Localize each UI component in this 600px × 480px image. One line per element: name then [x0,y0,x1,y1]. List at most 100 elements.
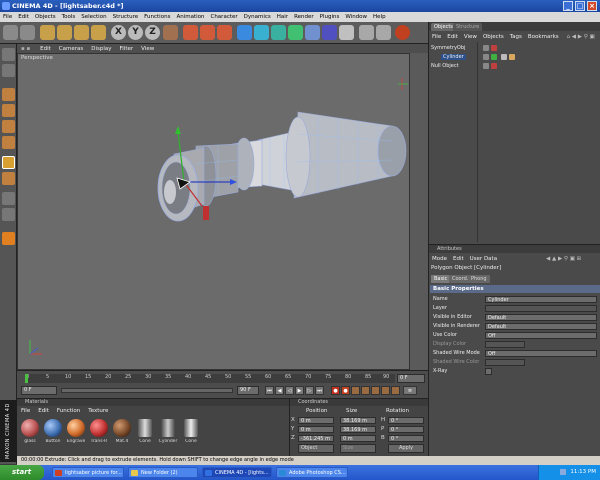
timeline-options-icon[interactable]: ≡ [403,386,417,395]
use-polygons-mode-icon[interactable] [2,156,15,169]
use-color-dropdown[interactable]: Off [485,332,597,339]
key-parameter-icon[interactable] [381,386,390,395]
rotation-p-field[interactable]: 0 ° [388,426,424,433]
visibility-dots-icon[interactable] [483,54,489,60]
points-mode-icon[interactable] [359,25,374,40]
volume-icon[interactable] [559,468,566,475]
attributes-nav-icons[interactable]: ◀ ▲ ▶ ⚲ ▣ ⊞ [502,255,584,264]
key-scale-icon[interactable] [361,386,370,395]
materials-menu-file[interactable]: File [17,407,34,415]
position-x-field[interactable]: 0 m [298,417,334,424]
size-z-field[interactable]: 0 m [340,435,376,442]
edges-mode-icon[interactable] [376,25,391,40]
timeline-ruler[interactable]: 0 5 10 15 20 25 30 35 40 45 50 55 60 65 … [25,374,395,383]
position-z-field[interactable]: -361.245 m [298,435,334,442]
menu-animation[interactable]: Animation [173,12,207,22]
material-swatch[interactable]: Mat.4 [111,417,133,449]
z-axis-lock-icon[interactable]: Z [145,25,160,40]
objects-menu-objects[interactable]: Objects [480,33,507,42]
close-button[interactable]: × [587,1,597,11]
apply-button[interactable]: Apply [388,444,424,453]
move-tool-icon[interactable] [57,25,72,40]
taskbar-item-cinema4d[interactable]: CINEMA 4D - [lights... [202,467,272,478]
size-y-field[interactable]: 38.169 m [340,426,376,433]
coordinate-system-icon[interactable] [163,25,178,40]
use-points-mode-icon[interactable] [2,120,15,133]
minimize-button[interactable]: _ [563,1,573,11]
end-frame-field[interactable]: 90 F [237,386,259,395]
position-y-field[interactable]: 0 m [298,426,334,433]
enabled-check-icon[interactable] [491,45,497,51]
use-model-mode-icon[interactable] [2,48,15,61]
name-field[interactable]: Cylinder [485,296,597,303]
y-axis-lock-icon[interactable]: Y [128,25,143,40]
start-button[interactable]: start [0,465,44,480]
xray-checkbox[interactable] [485,368,492,375]
play-forward-icon[interactable]: ▶ [295,386,304,395]
menu-edit[interactable]: Edit [15,12,32,22]
previous-frame-icon[interactable]: ◀ [275,386,284,395]
taskbar-item-photoshop[interactable]: Adobe Photoshop CS... [276,467,348,478]
material-swatch[interactable]: Cylinder [157,417,179,449]
menu-structure[interactable]: Structure [110,12,142,22]
lightsaber-mesh[interactable] [157,111,407,222]
redo-icon[interactable] [20,25,35,40]
object-row-null[interactable]: Null Object [431,62,549,70]
menu-render[interactable]: Render [291,12,317,22]
menu-objects[interactable]: Objects [32,12,59,22]
visible-in-renderer-dropdown[interactable]: Default [485,323,597,330]
sculpt-icon[interactable] [2,232,15,245]
tweak-mode-icon[interactable] [2,172,15,185]
light-icon[interactable] [339,25,354,40]
size-mode-dropdown[interactable]: Size [340,444,376,453]
visibility-dots-icon[interactable] [483,63,489,69]
live-selection-icon[interactable] [40,25,55,40]
menu-hair[interactable]: Hair [274,12,291,22]
rotate-tool-icon[interactable] [91,25,106,40]
menu-dynamics[interactable]: Dynamics [241,12,274,22]
tab-structure[interactable]: Structure [453,23,483,31]
objects-menu-file[interactable]: File [429,33,444,42]
record-icon[interactable] [395,25,410,40]
deformer-icon[interactable] [288,25,303,40]
next-frame-icon[interactable]: ▷ [305,386,314,395]
menu-selection[interactable]: Selection [78,12,109,22]
perspective-viewport[interactable]: Perspective [17,53,410,370]
render-view-icon[interactable] [183,25,198,40]
go-to-start-icon[interactable]: ⏮ [265,386,274,395]
phong-tag-icon[interactable] [501,54,507,60]
use-edges-mode-icon[interactable] [2,136,15,149]
render-region-icon[interactable] [200,25,215,40]
menu-tools[interactable]: Tools [59,12,79,22]
rotation-b-field[interactable]: 0 ° [388,435,424,442]
enabled-check-icon[interactable] [491,54,497,60]
start-frame-field[interactable]: 0 F [21,386,57,395]
nurbs-icon[interactable] [254,25,269,40]
scene-icon[interactable] [305,25,320,40]
attributes-menu-edit[interactable]: Edit [450,255,467,264]
playhead[interactable] [25,374,28,383]
taskbar-item-folder[interactable]: New Folder (2) [128,467,198,478]
objects-menu-bookmarks[interactable]: Bookmarks [525,33,562,42]
menu-help[interactable]: Help [370,12,389,22]
play-backward-icon[interactable]: ◁ [285,386,294,395]
modeling-icon[interactable] [271,25,286,40]
key-point-level-icon[interactable] [391,386,400,395]
materials-menu-texture[interactable]: Texture [84,407,112,415]
camera-icon[interactable] [322,25,337,40]
menu-plugins[interactable]: Plugins [317,12,343,22]
use-object-mode-icon[interactable] [2,64,15,77]
attributes-menu-mode[interactable]: Mode [429,255,450,264]
preview-range-slider[interactable] [61,388,233,393]
material-swatch[interactable]: Engrave [65,417,87,449]
material-swatch[interactable]: Button [42,417,64,449]
material-swatch[interactable]: glass [19,417,41,449]
undo-icon[interactable] [3,25,18,40]
current-frame-field[interactable]: 0 F [397,374,425,383]
key-rotation-icon[interactable] [371,386,380,395]
use-texture-mode-icon[interactable] [2,88,15,101]
scale-tool-icon[interactable] [74,25,89,40]
material-swatch[interactable]: Cone [134,417,156,449]
maximize-button[interactable]: □ [575,1,585,11]
material-swatch[interactable]: Cone [180,417,202,449]
